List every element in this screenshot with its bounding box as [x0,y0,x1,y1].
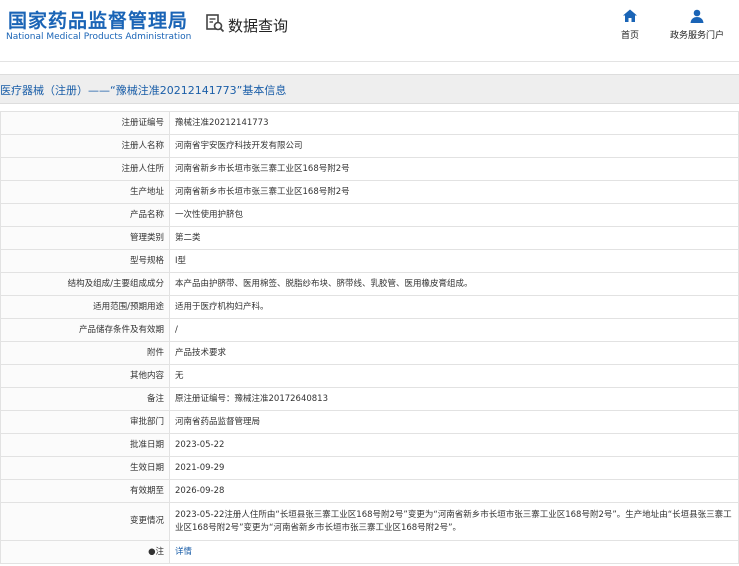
field-label: 附件 [0,341,170,365]
field-value-cell: 河南省药品监督管理局 [169,410,739,434]
details-link[interactable]: 详情 [175,547,192,557]
field-label: ●注 [0,540,170,564]
field-value-cell: 2026-09-28 [169,479,739,503]
record-title: 医疗器械（注册）——“豫械注准20212141773”基本信息 [0,84,287,97]
field-label: 适用范围/预期用途 [0,295,170,319]
table-row: 生效日期 2021-09-29 [0,456,739,480]
field-value-cell: 一次性使用护脐包 [169,203,739,227]
field-value-cell: 适用于医疗机构妇产科。 [169,295,739,319]
field-value-cell: 第二类 [169,226,739,250]
field-value-cell: Ⅰ型 [169,249,739,273]
field-value-cell: 豫械注准20212141773 [169,111,739,135]
table-row: 备注 原注册证编号：豫械注准20172640813 [0,387,739,411]
table-row: 附件 产品技术要求 [0,341,739,365]
field-value-cell: 本产品由护脐带、医用棉签、脱脂纱布块、脐带线、乳胶管、医用橡皮膏组成。 [169,272,739,296]
field-label: 备注 [0,387,170,411]
table-row: 管理类别 第二类 [0,226,739,250]
data-search-icon [205,13,225,37]
table-row: 产品名称 一次性使用护脐包 [0,203,739,227]
table-row: 注册人名称 河南省宇安医疗科技开发有限公司 [0,134,739,158]
table-row: 审批部门 河南省药品监督管理局 [0,410,739,434]
field-label: 其他内容 [0,364,170,388]
field-label: 注册证编号 [0,111,170,135]
field-value-cell: 河南省新乡市长垣市张三寨工业区168号附2号 [169,180,739,204]
field-label: 型号规格 [0,249,170,273]
table-row: 批准日期 2023-05-22 [0,433,739,457]
data-query-link[interactable]: 数据查询 [205,12,288,38]
field-label: 批准日期 [0,433,170,457]
registration-info-table: 注册证编号 豫械注准20212141773 注册人名称 河南省宇安医疗科技开发有限公司… [0,111,739,564]
field-value-cell: 无 [169,364,739,388]
field-value-cell: 详情 [169,540,739,564]
table-row: ●注 详情 [0,540,739,564]
user-icon [662,8,732,24]
table-row: 型号规格 Ⅰ型 [0,249,739,273]
site-logo-subtitle[interactable]: National Medical Products Administration [6,32,191,42]
header-divider [0,61,739,62]
data-query-label: 数据查询 [228,16,289,35]
table-row: 变更情况 2023-05-22注册人住所由“长垣县张三寨工业区168号附2号”变更… [0,502,739,541]
field-label: 注册人住所 [0,157,170,181]
table-row: 有效期至 2026-09-28 [0,479,739,503]
table-row: 注册证编号 豫械注准20212141773 [0,111,739,135]
site-logo-title[interactable]: 国家药品监督管理局 [8,6,188,33]
field-label: 注册人名称 [0,134,170,158]
field-value-cell: 河南省宇安医疗科技开发有限公司 [169,134,739,158]
site-header: 国家药品监督管理局 National Medical Products Admi… [0,0,739,62]
field-value-cell: / [169,318,739,342]
nav-service-portal[interactable]: 政务服务门户 [662,8,732,41]
record-title-bar: 医疗器械（注册）——“豫械注准20212141773”基本信息 [0,74,739,104]
field-label: 产品储存条件及有效期 [0,318,170,342]
field-value-cell: 产品技术要求 [169,341,739,365]
field-label: 有效期至 [0,479,170,503]
field-value-cell: 2023-05-22注册人住所由“长垣县张三寨工业区168号附2号”变更为“河南… [169,502,739,541]
nav-home-label: 首页 [620,31,639,41]
field-value-cell: 2023-05-22 [169,433,739,457]
home-icon [595,8,665,24]
field-value-cell: 2021-09-29 [169,456,739,480]
field-label: 产品名称 [0,203,170,227]
field-label: 变更情况 [0,502,170,541]
table-row: 结构及组成/主要组成成分 本产品由护脐带、医用棉签、脱脂纱布块、脐带线、乳胶管、医… [0,272,739,296]
field-label: 生产地址 [0,180,170,204]
nav-service-portal-label: 政务服务门户 [669,31,724,41]
table-row: 产品储存条件及有效期 / [0,318,739,342]
table-row: 注册人住所 河南省新乡市长垣市张三寨工业区168号附2号 [0,157,739,181]
field-label: 审批部门 [0,410,170,434]
field-label: 生效日期 [0,456,170,480]
field-label: 结构及组成/主要组成成分 [0,272,170,296]
field-label: 管理类别 [0,226,170,250]
table-row: 生产地址 河南省新乡市长垣市张三寨工业区168号附2号 [0,180,739,204]
table-row: 其他内容无 [0,364,739,388]
table-row: 适用范围/预期用途 适用于医疗机构妇产科。 [0,295,739,319]
nav-home[interactable]: 首页 [595,8,665,41]
field-value-cell: 河南省新乡市长垣市张三寨工业区168号附2号 [169,157,739,181]
field-value-cell: 原注册证编号：豫械注准20172640813 [169,387,739,411]
